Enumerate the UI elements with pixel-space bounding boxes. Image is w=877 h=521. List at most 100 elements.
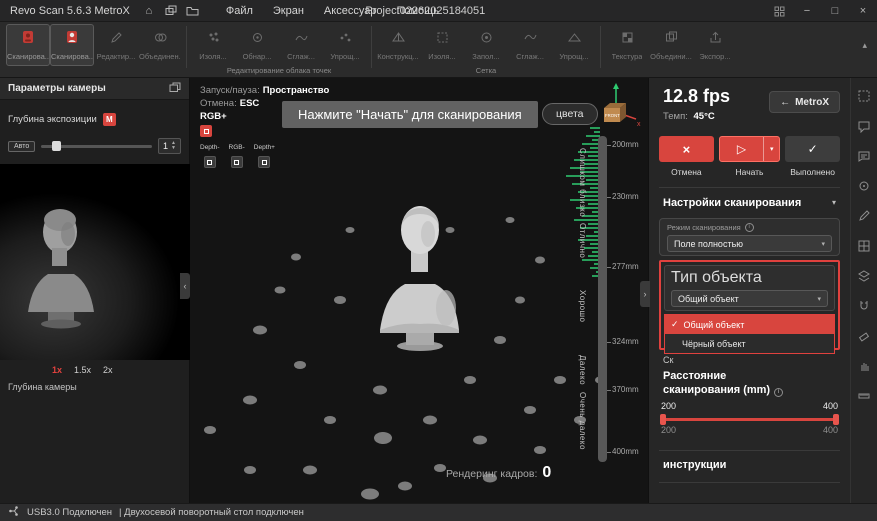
ribbon-button-label: Упрощ...: [559, 52, 588, 61]
ribbon-button-fill-holes[interactable]: Запол...: [464, 24, 508, 66]
project-name: Project02262025184051: [365, 5, 485, 17]
comment-icon[interactable]: [857, 118, 872, 133]
rgb-plus-toggle[interactable]: [200, 125, 212, 137]
eraser-icon[interactable]: [857, 328, 872, 343]
play-icon[interactable]: ▷: [720, 137, 764, 161]
menu-screen[interactable]: Экран: [263, 0, 314, 22]
grid-icon[interactable]: [857, 238, 872, 253]
layout-grid-icon[interactable]: [765, 0, 793, 22]
home-icon[interactable]: ⌂: [140, 3, 158, 19]
scanner-icon: [20, 29, 36, 50]
object-type-select[interactable]: Общий объект ▾: [671, 290, 828, 307]
ribbon-button-label: Запол...: [472, 52, 499, 61]
info-icon[interactable]: i: [745, 223, 754, 232]
ribbon-button-label: Объединен...: [139, 52, 181, 61]
done-button-label: Выполнено: [790, 167, 835, 177]
maximize-button[interactable]: □: [821, 0, 849, 22]
ribbon-button-isolate-points[interactable]: Изоля...: [191, 24, 235, 66]
depth-minus-toggle[interactable]: [204, 156, 216, 168]
scan-3d-viewport[interactable]: Запуск/пауза:Пространство Отмена:ESC RGB…: [190, 78, 648, 503]
dropdown-option-black-object[interactable]: Чёрный объект: [665, 334, 834, 353]
instructions-title: инструкции: [663, 459, 726, 471]
distance-gauge-bar[interactable]: [598, 136, 607, 462]
ribbon-separator: [186, 26, 187, 68]
target-icon[interactable]: [857, 178, 872, 193]
color-tracking-pill[interactable]: цвета: [542, 103, 598, 125]
ruler-icon[interactable]: [857, 388, 872, 403]
ribbon-button-smooth-mesh[interactable]: Сглаж...: [508, 24, 552, 66]
rgb-minus-toggle[interactable]: [231, 156, 243, 168]
ribbon-collapse-icon[interactable]: ▴: [862, 40, 867, 51]
ribbon-button-detect[interactable]: Обнар...: [235, 24, 279, 66]
dropdown-option-label: Общий объект: [684, 320, 745, 330]
layers-icon[interactable]: [857, 268, 872, 283]
distance-range-slider[interactable]: [661, 414, 838, 425]
edit-icon[interactable]: [857, 208, 872, 223]
ribbon-button-scan-portrait[interactable]: Сканирова...: [50, 24, 94, 66]
auto-exposure-toggle[interactable]: Авто: [8, 141, 35, 152]
exposure-slider[interactable]: [41, 145, 152, 148]
distance-slider-track[interactable]: [661, 418, 838, 421]
ribbon-button-simplify-mesh[interactable]: Упрощ...: [552, 24, 596, 66]
axis-orientation-widget[interactable]: FRONT x: [594, 82, 642, 139]
minimize-button[interactable]: −: [793, 0, 821, 22]
distance-slider-min-handle[interactable]: [660, 414, 666, 425]
exposure-value-stepper[interactable]: 1 ▲▼: [158, 138, 181, 154]
scanner-portrait-icon: [64, 29, 80, 50]
check-icon: ✓: [671, 319, 679, 330]
chat-icon[interactable]: [857, 148, 872, 163]
merge-icon: [153, 30, 168, 50]
depth-camera-preview[interactable]: [0, 164, 190, 360]
ribbon-button-merge[interactable]: Объединен...: [138, 24, 182, 66]
ribbon-group-label-mesh: Сетка: [476, 66, 496, 76]
start-dropdown-chevron-icon[interactable]: ▾: [764, 137, 779, 161]
ribbon-group-mesh: Конструкц... Изоля... Запол... Сглаж... …: [376, 24, 596, 76]
workspace-icon[interactable]: [162, 3, 180, 19]
pan-icon[interactable]: [857, 358, 872, 373]
zoom-1-5x-button[interactable]: 1.5x: [74, 365, 91, 375]
select-region-icon[interactable]: [857, 88, 872, 103]
scan-mode-select[interactable]: Поле полностью ▾: [667, 235, 832, 252]
ribbon-button-smooth-points[interactable]: Сглаж...: [279, 24, 323, 66]
ribbon-button-align[interactable]: Объедини...: [649, 24, 693, 66]
ribbon-button-label: Сканирова...: [7, 52, 49, 61]
exposure-slider-handle[interactable]: [52, 141, 61, 151]
panel-detach-icon[interactable]: [169, 82, 181, 96]
smooth-icon: [294, 30, 309, 50]
texture-icon: [620, 30, 635, 50]
ribbon-button-edit[interactable]: Редактир...: [94, 24, 138, 66]
collapse-left-panel-button[interactable]: ‹: [180, 273, 190, 299]
ribbon-button-construct-mesh[interactable]: Конструкц...: [376, 24, 420, 66]
menu-file[interactable]: Файл: [216, 0, 263, 22]
object-type-value: Общий объект: [678, 294, 739, 304]
folder-icon[interactable]: [184, 3, 202, 19]
cancel-scan-button[interactable]: ×: [659, 136, 714, 162]
expand-right-panel-button[interactable]: ›: [640, 281, 650, 307]
device-button[interactable]: ← MetroX: [769, 91, 840, 113]
zoom-1x-button[interactable]: 1x: [52, 365, 62, 375]
axis-front-face-label: FRONT: [605, 113, 620, 118]
zoom-2x-button[interactable]: 2x: [103, 365, 113, 375]
ribbon-group-output: Текстура Объедини... Экспор...: [605, 24, 737, 66]
ribbon-button-isolate-mesh[interactable]: Изоля...: [420, 24, 464, 66]
stepper-arrows-icon[interactable]: ▲▼: [171, 141, 176, 151]
manual-mode-badge[interactable]: M: [103, 113, 116, 126]
gauge-zone-very-far: Очень далеко: [578, 392, 587, 450]
info-icon[interactable]: i: [774, 388, 783, 397]
distance-slider-max-handle[interactable]: [833, 414, 839, 425]
ribbon-button-texture[interactable]: Текстура: [605, 24, 649, 66]
usb-status: USB3.0 Подключен: [27, 507, 112, 518]
distance-bound-min: 200: [661, 425, 676, 435]
scan-action-buttons: × Отмена ▷ ▾ Начать ✓ Выполнено: [659, 136, 840, 177]
ribbon-button-scan[interactable]: Сканирова...: [6, 24, 50, 66]
depth-plus-toggle[interactable]: [258, 156, 270, 168]
complete-scan-button[interactable]: ✓: [785, 136, 840, 162]
magnet-icon[interactable]: [857, 298, 872, 313]
camera-zoom-options: 1x 1.5x 2x: [52, 365, 189, 375]
ribbon-button-simplify-points[interactable]: Упрощ...: [323, 24, 367, 66]
close-button[interactable]: ×: [849, 0, 877, 22]
settings-collapse-chevron-icon[interactable]: ▾: [832, 198, 836, 207]
start-scan-button[interactable]: ▷ ▾: [719, 136, 780, 162]
ribbon-button-export[interactable]: Экспор...: [693, 24, 737, 66]
dropdown-option-general-object[interactable]: ✓ Общий объект: [665, 315, 834, 334]
